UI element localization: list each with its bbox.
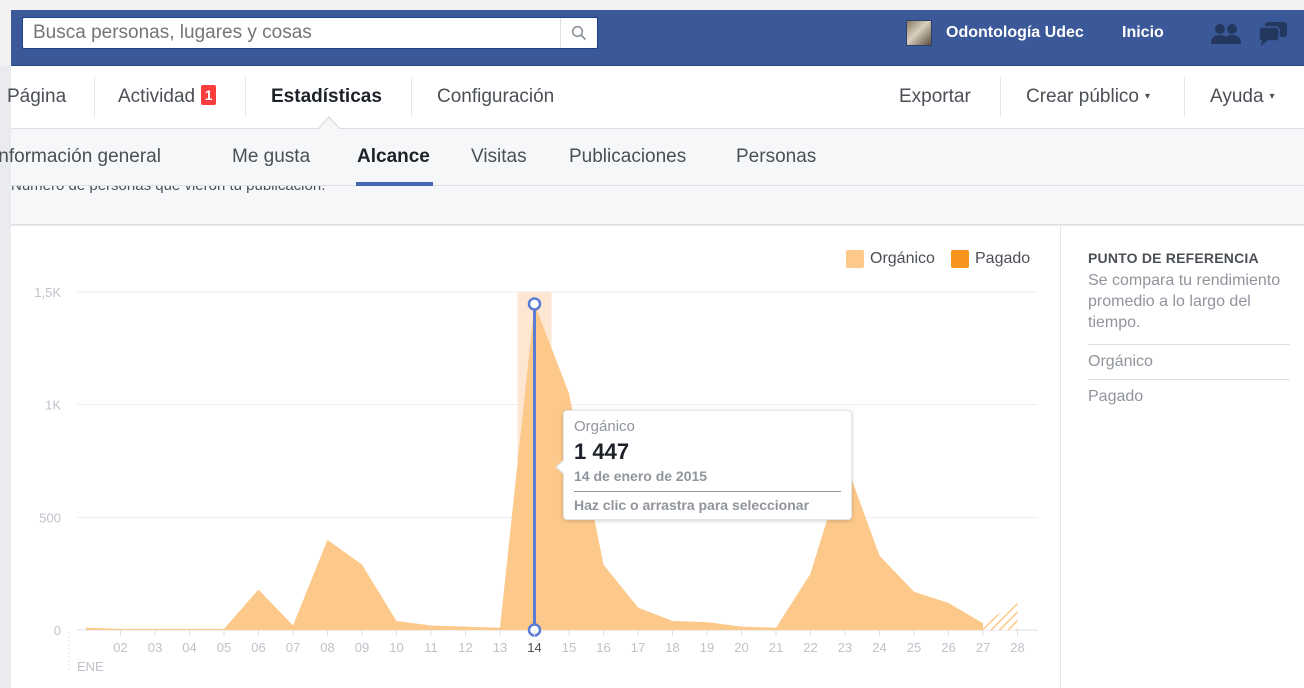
create-audience-button[interactable]: Crear público ▾	[1026, 66, 1150, 128]
legend-organic[interactable]: Orgánico	[846, 250, 935, 268]
export-button[interactable]: Exportar	[899, 66, 971, 128]
cursor-point-top	[527, 297, 542, 311]
x-tick-label: 11	[424, 640, 438, 655]
x-tick-label: 10	[389, 640, 403, 655]
help-label: Ayuda	[1210, 86, 1264, 107]
legend-label-organic: Orgánico	[870, 250, 935, 267]
tooltip-date: 14 de enero de 2015	[574, 468, 708, 484]
legend-label-paid: Pagado	[975, 250, 1031, 267]
friend-requests-icon[interactable]	[1210, 22, 1244, 46]
divider	[1088, 344, 1290, 345]
home-link[interactable]: Inicio	[1122, 24, 1164, 42]
page-nav: Página Actividad 1 Estadísticas Configura…	[7, 66, 1304, 129]
x-tick-label: 15	[562, 640, 576, 655]
y-tick-label: 1,5K	[34, 285, 61, 300]
x-axis-ticks: 02 03 04 05 06 07 08 09 10 11 12 13 14 15 16 17 18 19 20 21…	[113, 630, 1025, 655]
subtab-alcance[interactable]: Alcance	[357, 129, 430, 185]
series-partial-area	[983, 602, 1018, 630]
legend-swatch-organic	[846, 250, 864, 268]
profile-link[interactable]: Odontología Udec	[906, 19, 1084, 47]
x-tick-label: 04	[182, 640, 196, 655]
reach-chart[interactable]: 0 500 1K 1,5K 02 03 04 05 06 07 08 09 10 11 12 13 14 15 1…	[11, 226, 1060, 688]
x-tick-label: 07	[286, 640, 300, 655]
tab-configuracion[interactable]: Configuración	[437, 66, 554, 128]
section-subtitle: Número de personas que vieron tu publica…	[11, 186, 325, 194]
divider	[1088, 379, 1290, 380]
x-tick-label: 05	[217, 640, 231, 655]
legend-paid[interactable]: Pagado	[951, 250, 1030, 268]
search-input[interactable]	[23, 18, 561, 48]
x-tick-label: 19	[700, 640, 714, 655]
active-page-tab-caret-fill	[319, 118, 339, 129]
x-tick-label: 27	[976, 640, 990, 655]
tab-actividad[interactable]: Actividad 1	[118, 66, 217, 128]
x-tick-label: 03	[148, 640, 162, 655]
search-button[interactable]	[560, 18, 597, 48]
x-tick-label: 23	[838, 640, 852, 655]
x-tick-label: 28	[1010, 640, 1024, 655]
x-tick-label: 06	[251, 640, 265, 655]
x-tick-label: 12	[458, 640, 472, 655]
profile-name: Odontología Udec	[946, 24, 1084, 41]
x-axis-label: ENE	[77, 659, 104, 674]
messages-icon[interactable]	[1257, 21, 1289, 47]
subtab-informacion-general[interactable]: Información general	[0, 129, 161, 185]
divider	[1000, 77, 1001, 117]
x-tick-label: 14	[527, 640, 541, 655]
divider	[411, 77, 412, 117]
tooltip-divider	[574, 491, 841, 492]
create-audience-label: Crear público	[1026, 86, 1139, 107]
search-icon	[571, 25, 587, 41]
tab-label: Actividad	[118, 86, 196, 107]
y-tick-label: 1K	[45, 398, 61, 413]
subtab-me-gusta[interactable]: Me gusta	[232, 129, 310, 185]
x-tick-label: 25	[907, 640, 921, 655]
series-areas	[85, 303, 1018, 630]
x-tick-label: 08	[320, 640, 334, 655]
x-tick-label: 24	[872, 640, 886, 655]
x-tick-label: 21	[769, 640, 783, 655]
tab-pagina[interactable]: Página	[7, 66, 66, 128]
tooltip-arrow-fill	[557, 460, 565, 474]
benchmark-organic[interactable]: Orgánico	[1088, 353, 1153, 371]
x-tick-label: 18	[665, 640, 679, 655]
dropdown-caret-icon: ▾	[1145, 91, 1151, 102]
help-button[interactable]: Ayuda ▾	[1210, 66, 1275, 128]
avatar	[906, 20, 932, 46]
y-axis-ticks: 0 500 1K 1,5K	[34, 285, 61, 638]
subtab-visitas[interactable]: Visitas	[471, 129, 527, 185]
y-tick-label: 500	[39, 510, 61, 525]
divider	[245, 77, 246, 117]
x-tick-label: 22	[803, 640, 817, 655]
subtab-publicaciones[interactable]: Publicaciones	[569, 129, 686, 185]
divider	[94, 77, 95, 117]
benchmark-title: PUNTO DE REFERENCIA	[1088, 250, 1259, 266]
tooltip-hint: Haz clic o arrastra para seleccionar	[574, 497, 810, 513]
benchmark-paid[interactable]: Pagado	[1088, 388, 1143, 406]
tooltip-value: 1 447	[574, 439, 630, 464]
x-tick-label: 26	[941, 640, 955, 655]
notification-badge: 1	[201, 85, 217, 105]
subtab-personas[interactable]: Personas	[736, 129, 816, 185]
x-tick-label: 16	[596, 640, 610, 655]
x-tick-label: 13	[493, 640, 507, 655]
section-subtitle-strip: Número de personas que vieron tu publica…	[11, 186, 1304, 225]
divider	[1184, 77, 1185, 117]
search-box[interactable]	[22, 17, 598, 49]
benchmark-description: Se compara tu rendimiento promedio a lo …	[1088, 272, 1281, 331]
dropdown-caret-icon: ▾	[1269, 91, 1275, 102]
panel-divider	[1060, 226, 1061, 688]
chart-tooltip: Orgánico 1 447 14 de enero de 2015 Haz c…	[555, 410, 852, 520]
x-tick-label: 09	[355, 640, 369, 655]
x-tick-label: 17	[631, 640, 645, 655]
insights-sub-nav: Información general Me gusta Alcance Vis…	[0, 129, 1304, 186]
y-tick-label: 0	[54, 623, 61, 638]
legend-swatch-paid	[951, 250, 969, 268]
x-tick-label: 20	[734, 640, 748, 655]
x-tick-label: 02	[113, 640, 127, 655]
tooltip-series: Orgánico	[574, 418, 635, 435]
